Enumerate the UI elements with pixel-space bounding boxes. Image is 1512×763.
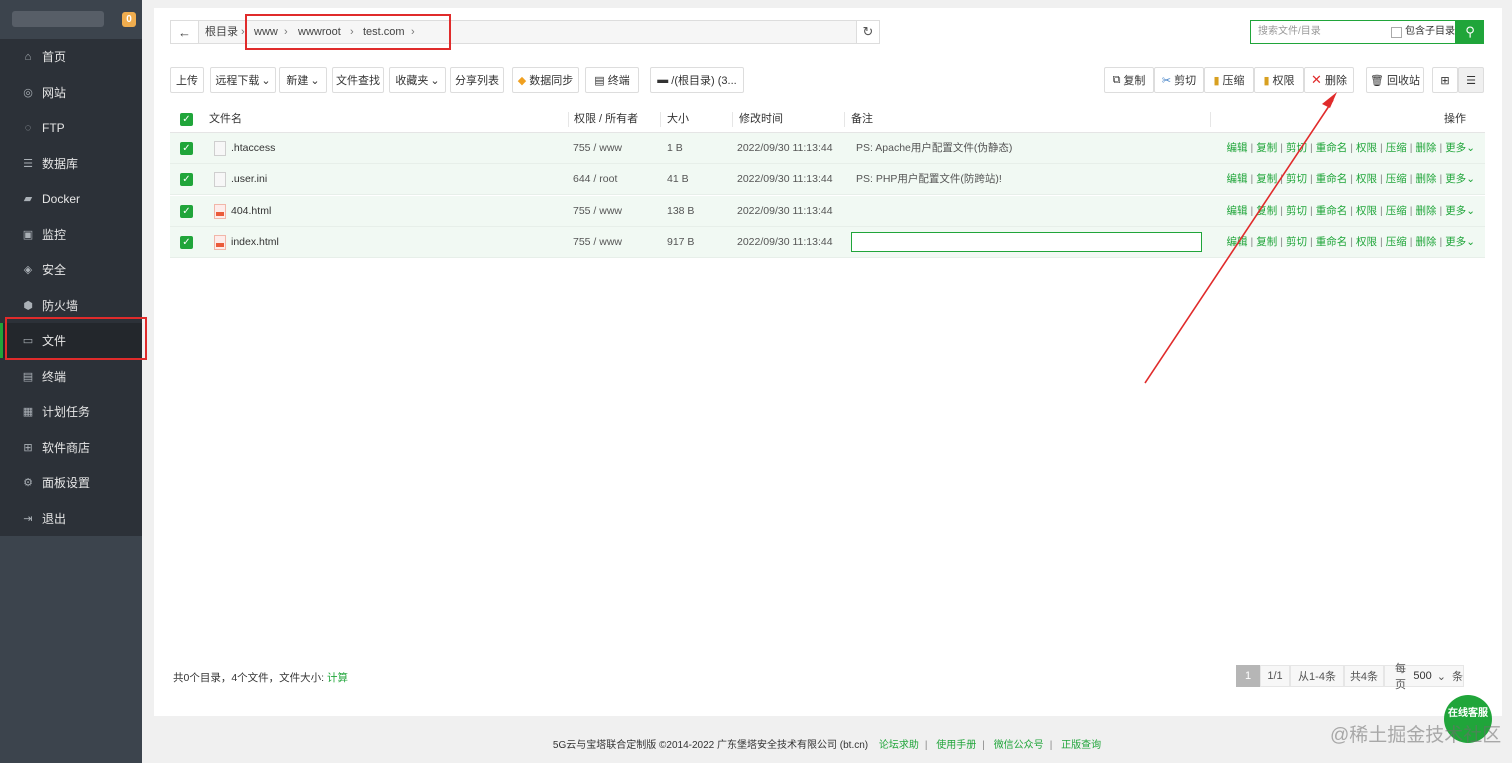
copyright-text: 5G云与宝塔联合定制版 ©2014-2022 广东堡塔安全技术有限公司 (bt.…	[552, 740, 869, 751]
annotation-arrow	[1144, 92, 1337, 384]
forum-link[interactable]: 论坛求助	[879, 740, 919, 751]
wechat-link[interactable]: 微信公众号	[994, 740, 1044, 751]
watermark: @稀土掘金技术社区	[1330, 725, 1502, 746]
license-link[interactable]: 正版查询	[1061, 740, 1101, 751]
page-footer: 5G云与宝塔联合定制版 ©2014-2022 广东堡塔安全技术有限公司 (bt.…	[552, 740, 1102, 751]
manual-link[interactable]: 使用手册	[936, 740, 976, 751]
